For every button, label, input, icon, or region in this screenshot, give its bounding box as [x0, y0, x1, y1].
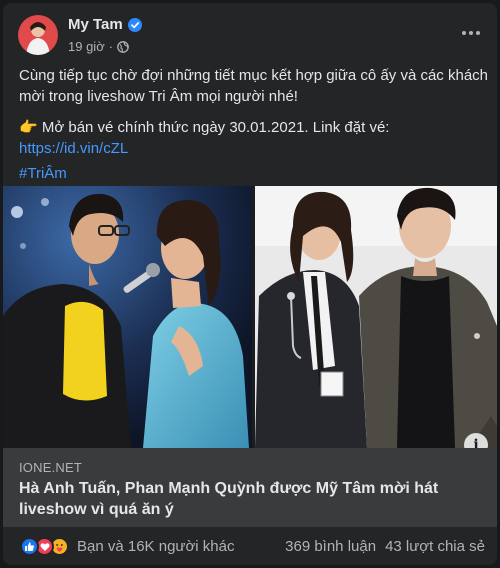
photo-backstage-pair[interactable] [255, 186, 497, 448]
post-timestamp[interactable]: 19 giờ [68, 39, 105, 54]
ticket-line: 👉 Mở bán vé chính thức ngày 30.01.2021. … [19, 117, 489, 138]
globe-icon[interactable] [117, 40, 129, 53]
post-text-line-1: Cùng tiếp tục chờ đợi những tiết mục kết… [19, 67, 488, 84]
post-text-line-2: mời trong liveshow Tri Âm mọi người nhé! [19, 88, 298, 105]
like-reaction-icon [20, 537, 39, 556]
verified-badge-icon [127, 17, 142, 32]
dot [469, 31, 473, 35]
post-paragraph-1: Cùng tiếp tục chờ đợi những tiết mục kết… [19, 65, 489, 107]
post-meta: 19 giờ · [68, 39, 129, 54]
preview-headline[interactable]: Hà Anh Tuấn, Phan Mạnh Quỳnh được Mỹ Tâm… [19, 478, 489, 520]
dot [476, 31, 480, 35]
photo-duet-on-stage[interactable] [3, 186, 252, 448]
post-footer: Bạn và 16K người khác 369 bình luận 43 l… [3, 527, 497, 565]
preview-domain: IONE.NET [19, 460, 82, 475]
separator-dot: · [108, 39, 114, 54]
post-header: My Tam 19 giờ · [3, 3, 497, 65]
ticket-text: Mở bán vé chính thức ngày 30.01.2021. Li… [37, 119, 390, 136]
feed-post: My Tam 19 giờ · Cùng tiếp tục chờ đợi nh… [3, 3, 497, 565]
engagement-stats: 369 bình luận 43 lượt chia sẻ [285, 538, 485, 555]
post-paragraph-2: 👉 Mở bán vé chính thức ngày 30.01.2021. … [19, 117, 489, 184]
author-name[interactable]: My Tam [68, 16, 123, 33]
pointing-hand-emoji: 👉 [19, 119, 38, 136]
dot [462, 31, 466, 35]
author-line: My Tam [68, 16, 142, 33]
hashtag-link[interactable]: #TriÂm [19, 163, 489, 184]
post-text: Cùng tiếp tục chờ đợi những tiết mục kết… [19, 65, 489, 184]
link-preview-card[interactable]: IONE.NET Hà Anh Tuấn, Phan Mạnh Quỳnh đư… [3, 448, 497, 527]
ticket-link[interactable]: https://id.vin/cZL [19, 138, 489, 159]
reactions-summary[interactable]: Bạn và 16K người khác [20, 537, 234, 556]
post-images[interactable] [3, 186, 497, 448]
author-avatar[interactable] [18, 15, 58, 55]
comments-count[interactable]: 369 bình luận [285, 538, 376, 555]
reactions-count: Bạn và 16K người khác [77, 538, 235, 555]
more-options-icon[interactable] [459, 23, 483, 43]
shares-count[interactable]: 43 lượt chia sẻ [385, 538, 485, 555]
